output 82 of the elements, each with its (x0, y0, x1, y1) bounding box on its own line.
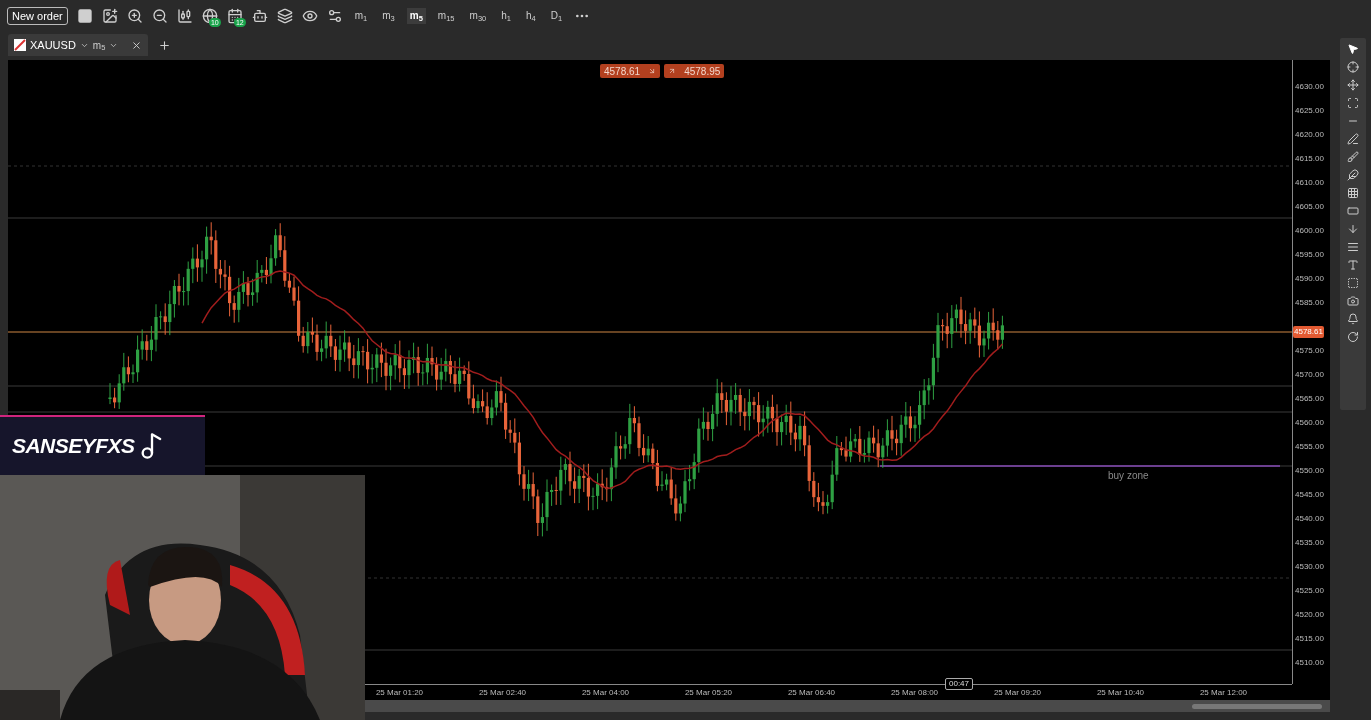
brush-icon[interactable] (1347, 151, 1359, 163)
price-axis-label: 4620.00 (1294, 129, 1325, 141)
timeframe-selector[interactable]: m$_{5}$ (92, 37, 106, 53)
layers-icon[interactable] (276, 8, 293, 24)
close-icon[interactable] (131, 39, 142, 51)
timeframe-button[interactable]: h$_{4}$ (522, 8, 539, 24)
zone-label: buy zone (1108, 469, 1149, 483)
price-axis-label: 4510.00 (1294, 657, 1325, 669)
time-axis-label: 25 Mar 01:20 (374, 687, 425, 699)
time-axis-label: 25 Mar 04:00 (580, 687, 631, 699)
feather-icon[interactable] (1347, 169, 1359, 181)
time-axis-label: 25 Mar 12:00 (1198, 687, 1249, 699)
price-axis-label: 4540.00 (1294, 513, 1325, 525)
bell-icon[interactable] (1347, 313, 1359, 325)
arrow-down-right-icon (648, 67, 657, 75)
replay-icon[interactable] (1347, 331, 1359, 343)
time-marker: 00:47 (945, 678, 974, 690)
lines-icon[interactable] (1347, 241, 1359, 253)
arrow-up-right-icon (668, 67, 677, 75)
symbol-flag-icon (14, 39, 26, 51)
price-axis-label: 4525.00 (1294, 585, 1325, 597)
price-axis-label: 4585.00 (1294, 297, 1325, 309)
time-axis-label: 25 Mar 02:40 (477, 687, 528, 699)
zoom-in-icon[interactable] (126, 8, 143, 24)
price-axis-label: 4590.00 (1294, 273, 1325, 285)
price-axis-label: 4535.00 (1294, 537, 1325, 549)
timeframe-button[interactable]: m$_{30}$ (466, 8, 490, 24)
price-axis-label: 4630.00 (1294, 81, 1325, 93)
price-axis-label: 4600.00 (1294, 225, 1325, 237)
price-axis-label: 4610.00 (1294, 177, 1325, 189)
timeframe-button[interactable]: m$_{15}$ (434, 8, 458, 24)
price-axis-label: 4560.00 (1294, 417, 1325, 429)
square-icon[interactable] (76, 8, 93, 24)
time-axis-label: 25 Mar 10:40 (1095, 687, 1146, 699)
time-axis-label: 25 Mar 08:00 (889, 687, 940, 699)
scan-icon[interactable] (1347, 97, 1359, 109)
camera-icon[interactable] (1347, 295, 1359, 307)
price-tag[interactable]: 4578.95 (664, 64, 725, 78)
price-axis-label: 4615.00 (1294, 153, 1325, 165)
square-icon[interactable] (1347, 277, 1359, 289)
add-tab-icon[interactable] (158, 39, 171, 52)
timeframe-button[interactable]: m$_{3}$ (379, 8, 398, 24)
price-axis-label: 4625.00 (1294, 105, 1325, 117)
price-axis-label: 4570.00 (1294, 369, 1325, 381)
symbol-label: XAUUSD (30, 37, 76, 53)
eye-icon[interactable] (301, 8, 318, 24)
candlestick-icon[interactable] (176, 8, 193, 24)
chart-tab[interactable]: XAUUSD m$_{5}$ (8, 34, 148, 56)
text-icon[interactable] (1347, 259, 1359, 271)
rectangle-icon[interactable] (1347, 205, 1359, 217)
pen-icon[interactable] (1347, 133, 1359, 145)
scrollbar-thumb[interactable] (1192, 703, 1322, 709)
price-axis-label: 4605.00 (1294, 201, 1325, 213)
price-axis-label: 4575.00 (1294, 345, 1325, 357)
timeframe-button[interactable]: m$_{1}$ (351, 8, 371, 24)
price-tag[interactable]: 4578.61 (600, 64, 661, 78)
price-axis-label: 4595.00 (1294, 249, 1325, 261)
current-price-tag: 4578.61 (1293, 326, 1324, 338)
price-axis-label: 4545.00 (1294, 489, 1325, 501)
arrow-down-icon[interactable] (1347, 223, 1359, 235)
timeframe-button[interactable]: D$_{1}$ (547, 8, 566, 24)
price-axis-label: 4520.00 (1294, 609, 1325, 621)
new-order-button[interactable]: New order (7, 7, 68, 25)
price-axis-label: 4565.00 (1294, 393, 1325, 405)
channel-name: SANSEYFXS (12, 433, 135, 460)
grid-icon[interactable] (1347, 187, 1359, 199)
cursor-icon[interactable] (1347, 43, 1359, 55)
robot-icon[interactable] (251, 8, 268, 24)
time-axis-label: 25 Mar 09:20 (992, 687, 1043, 699)
price-axis-label: 4515.00 (1294, 633, 1325, 645)
zoom-out-icon[interactable] (151, 8, 168, 24)
move-icon[interactable] (1347, 79, 1359, 91)
timeframe-button[interactable]: h$_{1}$ (498, 8, 514, 24)
price-axis-label: 4555.00 (1294, 441, 1325, 453)
crosshair-icon[interactable] (1347, 61, 1359, 73)
image-add-icon[interactable] (101, 8, 118, 24)
time-axis-label: 25 Mar 05:20 (683, 687, 734, 699)
time-axis-label: 25 Mar 06:40 (786, 687, 837, 699)
price-axis-label: 4550.00 (1294, 465, 1325, 477)
settings-icon[interactable] (326, 8, 343, 24)
timeframe-button[interactable]: m$_{5}$ (406, 8, 426, 24)
price-axis-label: 4530.00 (1294, 561, 1325, 573)
